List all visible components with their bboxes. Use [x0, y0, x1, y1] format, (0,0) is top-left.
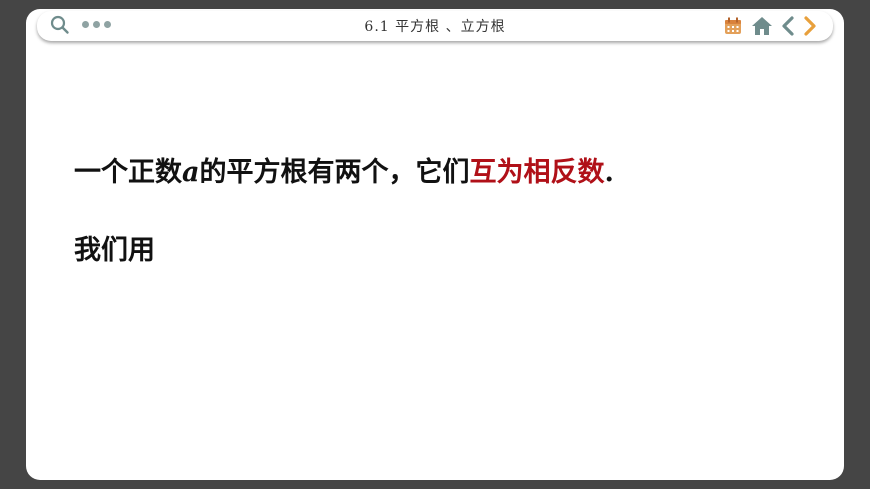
text-segment: 的平方根有两个，它们	[199, 157, 470, 188]
text-segment: 一个正数	[74, 157, 182, 188]
calendar-icon[interactable]	[723, 16, 743, 36]
content-line-2: 我们用	[74, 235, 155, 266]
prev-arrow-icon[interactable]	[781, 16, 795, 36]
slide-frame: 6.1 平方根 、立方根 一个正数a的平方根有两个，它们互为相反数. 我们用	[0, 0, 870, 489]
period: .	[604, 157, 614, 188]
page-title: 6.1 平方根 、立方根	[364, 19, 506, 35]
top-toolbar: 6.1 平方根 、立方根	[37, 11, 833, 41]
variable-a: a	[182, 157, 200, 188]
home-icon[interactable]	[751, 16, 773, 36]
highlighted-text: 互为相反数	[469, 157, 605, 188]
next-arrow-icon[interactable]	[803, 16, 817, 36]
nav-controls	[723, 15, 817, 37]
content-line-1: 一个正数a的平方根有两个，它们互为相反数.	[74, 150, 614, 189]
